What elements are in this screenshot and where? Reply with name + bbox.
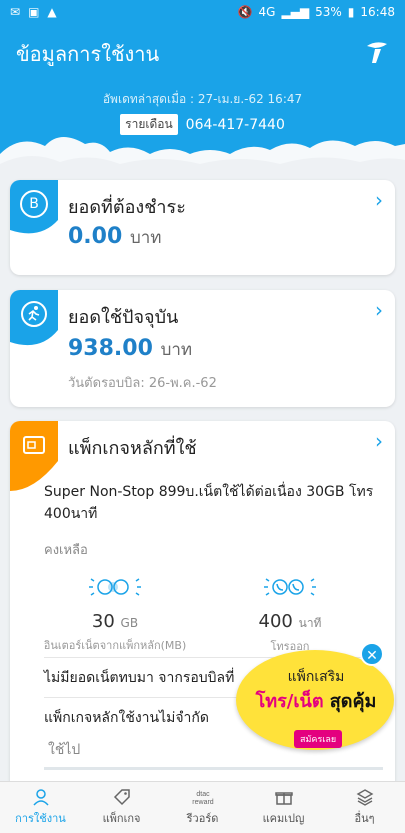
nav-more-label: อื่นๆ <box>354 812 375 825</box>
billing-cycle-date: วันตัดรอบบิล: 26-พ.ค.-62 <box>68 376 217 391</box>
network-type: 4G <box>258 5 276 19</box>
data-usage: 30 GB อินเตอร์เน็ตจากแพ็กหลัก(MB) <box>30 571 200 654</box>
mute-icon: 🔇 <box>237 5 253 19</box>
no-rollover-text: ไม่มียอดเน็ตทบมา จากรอบบิลที่ <box>44 670 235 686</box>
cloud-decoration <box>0 136 405 174</box>
voice-remaining-value: 400 <box>258 611 293 632</box>
header: ข้อมูลการใช้งาน อัพเดทล่าสุดเมื่อ : 27-เ… <box>0 24 405 174</box>
nav-more[interactable]: อื่นๆ <box>324 782 405 833</box>
unlimited-label: แพ็กเกจหลักใช้งานไม่จำกัด <box>44 710 209 726</box>
image-icon: ▣ <box>28 5 40 19</box>
dtac-reward-icon: dtacreward <box>192 791 214 806</box>
nav-campaign[interactable]: แคมเปญ <box>243 782 324 833</box>
voice-remaining-unit: นาที <box>298 616 322 630</box>
signal-icon: ▂▄▆ <box>281 5 310 19</box>
promo-line2a: โทร/เน็ต <box>255 691 324 712</box>
nav-package-label: แพ็กเกจ <box>102 812 141 825</box>
current-usage-title: ยอดใช้ปัจจุบัน <box>68 307 179 328</box>
amount-due-unit: บาท <box>129 228 162 248</box>
promo-bubble[interactable]: แพ็กเสริม โทร/เน็ต สุดคุ้ม สมัครเลย ✕ <box>236 638 396 758</box>
amount-due-card[interactable]: B ยอดที่ต้องชำระ › 0.00 บาท <box>10 180 395 275</box>
data-remaining-value: 30 <box>91 611 115 632</box>
last-updated: อัพเดทล่าสุดเมื่อ : 27-เม.ย.-62 16:47 <box>102 92 303 106</box>
gift-icon <box>274 792 293 805</box>
baht-icon: B <box>20 190 48 218</box>
chevron-right-icon[interactable]: › <box>375 298 383 322</box>
promo-line1: แพ็กเสริม <box>287 669 345 685</box>
layers-icon <box>356 789 373 806</box>
battery-icon: ▮ <box>347 5 355 19</box>
nav-reward-label: รีวอร์ด <box>186 812 219 825</box>
nav-usage-label: การใช้งาน <box>15 812 66 825</box>
dtac-logo-icon <box>367 42 387 63</box>
promo-signup-button[interactable]: สมัครเลย <box>294 730 343 748</box>
promo-line2b: สุดคุ้ม <box>329 691 377 712</box>
card-accent <box>10 290 58 407</box>
sim-card-icon <box>23 436 45 454</box>
package-name: Super Non-Stop 899บ.เน็ตใช้ได้ต่อเนื่อง … <box>44 484 374 522</box>
status-bar: ✉ ▣ ▲ 🔇 4G ▂▄▆ 53% ▮ 16:48 <box>0 0 405 24</box>
phone-call-icon <box>264 578 316 596</box>
clock: 16:48 <box>360 5 395 19</box>
nav-package[interactable]: แพ็กเกจ <box>81 782 162 833</box>
data-remaining-unit: GB <box>120 616 139 630</box>
warning-icon: ▲ <box>47 5 57 19</box>
current-usage-value: 938.00 <box>68 336 153 361</box>
page-title: ข้อมูลการใช้งาน <box>16 42 160 66</box>
remaining-label: คงเหลือ <box>44 543 88 558</box>
data-remaining-label: อินเตอร์เน็ตจากแพ็กหลัก(MB) <box>43 639 187 652</box>
svg-text:dtac: dtac <box>196 791 210 798</box>
amount-due-value: 0.00 <box>68 224 123 249</box>
current-usage-card[interactable]: ยอดใช้ปัจจุบัน › 938.00 บาท วันตัดรอบบิล… <box>10 290 395 407</box>
tag-icon <box>113 789 130 806</box>
usage-bar <box>44 767 383 770</box>
running-icon <box>21 301 47 327</box>
nav-usage[interactable]: การใช้งาน <box>0 782 81 833</box>
chevron-right-icon[interactable]: › <box>375 429 383 453</box>
card-accent: B <box>10 180 58 275</box>
mail-icon: ✉ <box>10 5 21 19</box>
bottom-nav: การใช้งาน แพ็กเกจ dtac reward รีวอร์ด แคม… <box>0 781 405 833</box>
battery-level: 53% <box>315 5 342 19</box>
amount-due-title: ยอดที่ต้องชำระ <box>68 197 186 218</box>
current-usage-unit: บาท <box>160 340 193 360</box>
nav-campaign-label: แคมเปญ <box>262 812 305 825</box>
main-package-title: แพ็กเกจหลักที่ใช้ <box>68 438 197 459</box>
close-icon[interactable]: ✕ <box>360 642 384 666</box>
person-icon <box>32 789 49 806</box>
chevron-right-icon[interactable]: › <box>375 188 383 212</box>
notification-icons: ✉ ▣ ▲ <box>10 5 57 19</box>
nav-reward[interactable]: dtac reward รีวอร์ด <box>162 782 243 833</box>
internet-icon <box>89 578 141 596</box>
svg-text:reward: reward <box>192 799 214 806</box>
unlimited-used: ใช้ไป <box>48 742 81 758</box>
